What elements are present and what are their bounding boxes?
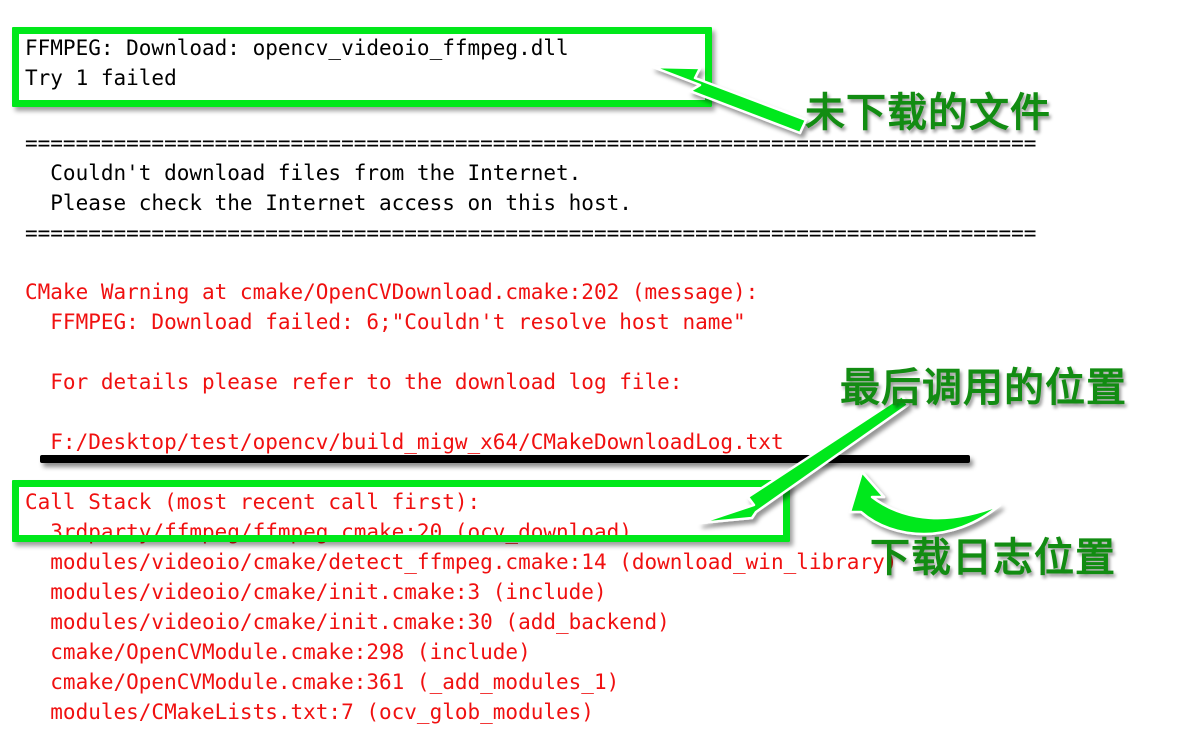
log-line-download-failed: FFMPEG: Download failed: 6;"Couldn't res… — [25, 310, 746, 334]
log-line-download-log-path: F:/Desktop/test/opencv/build_migw_x64/CM… — [25, 430, 784, 454]
screenshot-stage: FFMPEG: Download: opencv_videoio_ffmpeg.… — [0, 0, 1200, 730]
log-line-details-refer: For details please refer to the download… — [25, 370, 683, 394]
log-line-stack-init-30: modules/videoio/cmake/init.cmake:30 (add… — [25, 610, 670, 634]
log-line-stack-detect-ffmpeg: modules/videoio/cmake/detect_ffmpeg.cmak… — [25, 550, 898, 574]
log-separator-bottom: ========================================… — [25, 221, 1037, 245]
log-line-cmake-warning: CMake Warning at cmake/OpenCVDownload.cm… — [25, 280, 759, 304]
log-line-stack-module-298: cmake/OpenCVModule.cmake:298 (include) — [25, 640, 531, 664]
log-line-check-internet: Please check the Internet access on this… — [25, 191, 632, 215]
log-line-couldnt-download: Couldn't download files from the Interne… — [25, 161, 582, 185]
annotation-label-download-log-location: 下载日志位置 — [870, 535, 1116, 581]
annotation-label-last-call-location: 最后调用的位置 — [840, 365, 1127, 411]
log-line-stack-cmakelists: modules/CMakeLists.txt:7 (ocv_glob_modul… — [25, 700, 594, 724]
annotation-label-undownloaded-file: 未下载的文件 — [805, 90, 1051, 136]
highlight-underline-download-log-path — [40, 455, 970, 463]
log-line-stack-module-361: cmake/OpenCVModule.cmake:361 (_add_modul… — [25, 670, 620, 694]
highlight-box-call-stack — [12, 480, 790, 542]
highlight-box-download-failure — [12, 27, 712, 107]
log-line-stack-init-3: modules/videoio/cmake/init.cmake:3 (incl… — [25, 580, 607, 604]
